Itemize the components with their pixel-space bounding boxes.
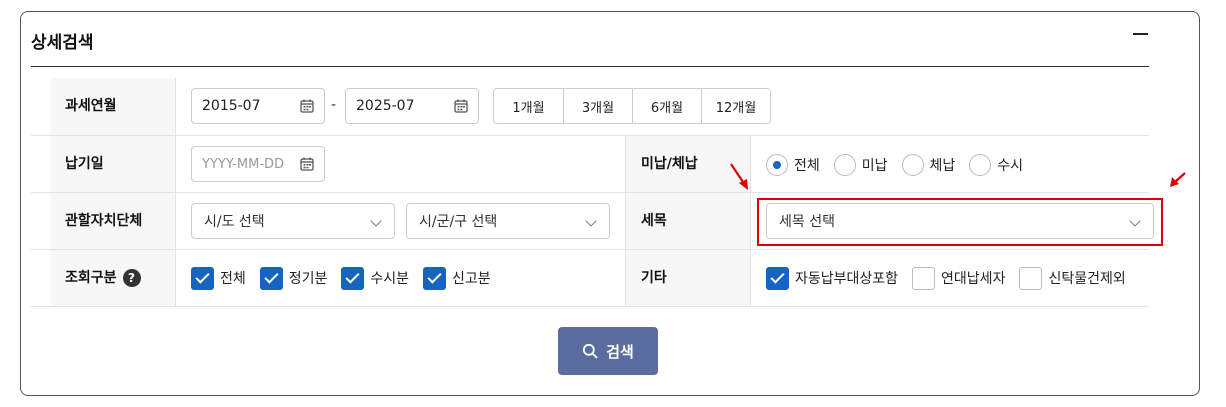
panel-title: 상세검색 [31, 33, 94, 53]
checkbox-checked-icon [341, 266, 365, 290]
sido-select-value: 시/도 선택 [204, 214, 265, 230]
inquiry-type-checkbox-group: 전체 정기분 수시분 신고분 [191, 266, 505, 290]
checkbox-inquiry-regular[interactable]: 정기분 [259, 266, 328, 290]
period-12-month-button[interactable]: 12개월 [701, 89, 770, 123]
title-divider [31, 66, 1149, 67]
checkbox-label: 자동납부대상포함 [795, 271, 899, 287]
label-tax-item: 세목 [641, 213, 667, 229]
row-divider [31, 192, 1149, 193]
period-from-input[interactable]: 2015-07 [191, 88, 325, 124]
radio-unpaid-unpaid[interactable]: 미납 [833, 154, 888, 176]
etc-checkbox-group: 자동납부대상포함 연대납세자 신탁물건제외 [766, 266, 1140, 290]
chevron-down-icon [370, 215, 382, 227]
period-separator: - [331, 97, 337, 113]
checkbox-inquiry-adhoc[interactable]: 수시분 [341, 266, 410, 290]
help-icon[interactable]: ? [122, 269, 141, 287]
annotation-arrow-icon [730, 163, 748, 190]
checkbox-checked-icon [766, 266, 789, 290]
checkbox-inquiry-declared[interactable]: 신고분 [423, 266, 491, 290]
period-quick-buttons: 1개월 3개월 6개월 12개월 [493, 88, 771, 124]
radio-unpaid-all[interactable]: 전체 [766, 154, 820, 176]
label-inquiry-type: 조회구분? [65, 268, 141, 288]
tax-item-select[interactable]: 세목 선택 [766, 203, 1154, 239]
period-6-month-button[interactable]: 6개월 [632, 89, 701, 123]
radio-unpaid-adhoc[interactable]: 수시 [969, 154, 1023, 176]
checkbox-empty-icon [912, 266, 936, 290]
checkbox-label: 수시분 [370, 271, 410, 287]
checkbox-checked-icon [259, 266, 283, 290]
chevron-down-icon [1129, 215, 1141, 227]
label-due-date: 납기일 [65, 156, 104, 172]
checkbox-checked-icon [191, 266, 214, 290]
search-button-label: 검색 [606, 342, 634, 361]
radio-empty-icon [833, 154, 856, 176]
checkbox-joint-taxpayer[interactable]: 연대납세자 [912, 266, 1006, 290]
label-tax-period: 과세연월 [65, 98, 117, 114]
checkbox-include-autopay[interactable]: 자동납부대상포함 [766, 266, 899, 290]
row-divider [31, 135, 1149, 136]
chevron-down-icon [585, 215, 597, 227]
tax-item-select-value: 세목 선택 [779, 214, 835, 230]
row-divider [31, 306, 1149, 307]
radio-label: 전체 [794, 158, 820, 174]
annotation-arrow-icon [1170, 172, 1186, 187]
checkbox-label: 신탁물건제외 [1048, 271, 1126, 287]
unpaid-radio-group: 전체 미납 체납 수시 [766, 152, 1037, 178]
search-button[interactable]: 검색 [558, 327, 658, 375]
radio-empty-icon [901, 154, 924, 176]
radio-selected-icon [766, 154, 788, 176]
sigungu-select-value: 시/군/구 선택 [419, 214, 498, 230]
checkbox-inquiry-all[interactable]: 전체 [191, 266, 246, 290]
label-jurisdiction: 관할자치단체 [65, 213, 143, 229]
period-to-value: 2025-07 [356, 98, 415, 114]
radio-unpaid-overdue[interactable]: 체납 [901, 154, 956, 176]
due-date-input[interactable]: YYYY-MM-DD [191, 146, 325, 182]
collapse-button[interactable] [1130, 26, 1150, 42]
period-to-input[interactable]: 2025-07 [345, 88, 479, 124]
label-etc: 기타 [641, 270, 667, 286]
radio-label: 미납 [861, 158, 888, 174]
search-icon [583, 343, 598, 359]
label-unpaid: 미납/체납 [641, 156, 698, 172]
checkbox-checked-icon [423, 266, 447, 290]
radio-empty-icon [969, 154, 992, 176]
checkbox-empty-icon [1019, 266, 1043, 290]
calendar-icon[interactable] [300, 99, 314, 113]
checkbox-label: 신고분 [452, 271, 491, 287]
checkbox-label: 정기분 [288, 271, 328, 287]
calendar-icon[interactable] [300, 157, 314, 171]
label-inquiry-type-text: 조회구분 [65, 270, 117, 286]
checkbox-exclude-trust[interactable]: 신탁물건제외 [1019, 266, 1126, 290]
radio-label: 체납 [929, 158, 956, 174]
due-date-placeholder: YYYY-MM-DD [202, 156, 285, 172]
period-from-value: 2015-07 [202, 98, 261, 114]
minus-icon [1132, 33, 1148, 35]
sigungu-select[interactable]: 시/군/구 선택 [406, 203, 610, 239]
calendar-icon[interactable] [454, 99, 468, 113]
sido-select[interactable]: 시/도 선택 [191, 203, 395, 239]
period-1-month-button[interactable]: 1개월 [494, 89, 563, 123]
period-3-month-button[interactable]: 3개월 [563, 89, 632, 123]
column-divider-mid [625, 136, 626, 306]
radio-label: 수시 [997, 158, 1024, 174]
checkbox-label: 전체 [220, 271, 246, 287]
row-divider [31, 249, 1149, 250]
checkbox-label: 연대납세자 [941, 271, 1006, 287]
